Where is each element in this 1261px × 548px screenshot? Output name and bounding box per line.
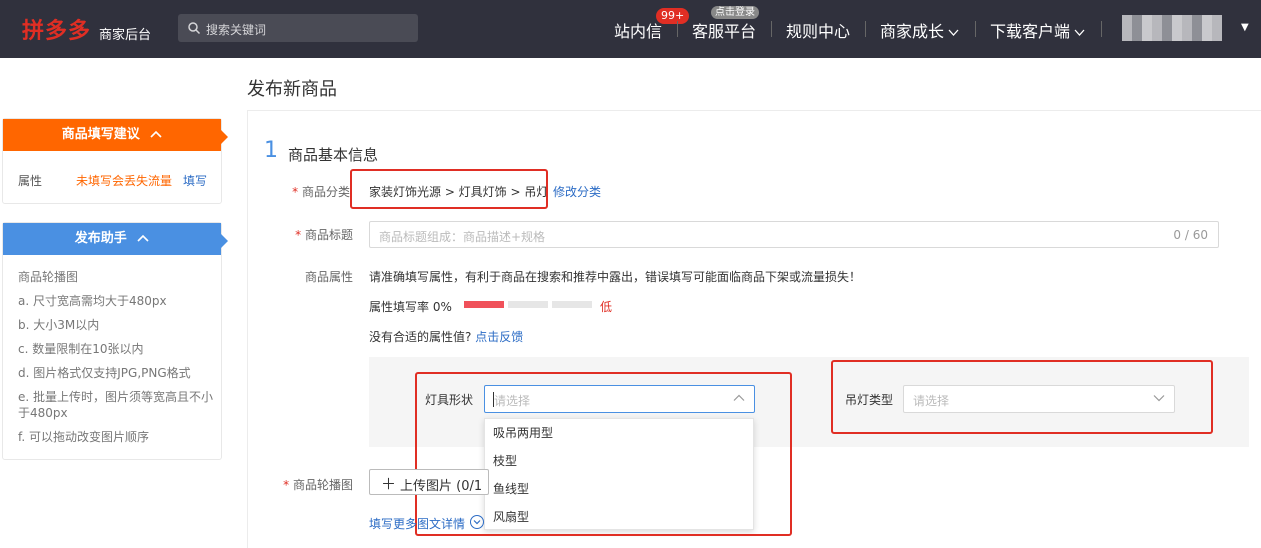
- customer-service-badge[interactable]: 点击登录: [711, 6, 759, 19]
- required-mark: *: [292, 185, 302, 199]
- fill-rate-bar-segment: [552, 301, 592, 308]
- upload-image-button[interactable]: ＋ 上传图片 (0/1: [369, 469, 489, 495]
- helper-item: d. 图片格式仅支持JPG,PNG格式: [18, 366, 191, 380]
- title-label-text: 商品标题: [304, 228, 353, 242]
- suggestion-panel-header[interactable]: 商品填写建议: [3, 119, 221, 151]
- search-placeholder: 搜索关键词: [206, 23, 267, 37]
- account-avatar[interactable]: [1122, 15, 1222, 41]
- nav-divider: [771, 21, 772, 37]
- helper-item: c. 数量限制在10张以内: [18, 342, 144, 356]
- product-title-input[interactable]: 商品标题组成：商品描述+规格 0 / 60: [369, 221, 1219, 248]
- nav-customer-service[interactable]: 客服平台: [692, 18, 756, 42]
- top-header: 拼多多 商家后台 搜索关键词 站内信 99+ 客服平台 点击登录 规则中心 商家…: [0, 0, 1261, 58]
- highlight-box: [831, 360, 1213, 434]
- chevron-up-icon: [150, 130, 162, 138]
- suggestion-value: 未填写会丢失流量: [76, 174, 173, 188]
- upload-button-label: 上传图片 (0/1: [400, 479, 483, 494]
- fill-rate-level: 低: [600, 300, 613, 314]
- highlight-box: [415, 372, 792, 536]
- edit-category-link[interactable]: 修改分类: [553, 183, 601, 200]
- helper-list: 商品轮播图 a. 尺寸宽高需均大于480px b. 大小3M以内 c. 数量限制…: [18, 269, 218, 453]
- suggestion-panel: 商品填写建议 属性 未填写会丢失流量 填写: [2, 118, 228, 204]
- category-label: * 商品分类: [286, 183, 350, 200]
- account-caret-icon[interactable]: ▼: [1241, 22, 1249, 33]
- carousel-label-text: 商品轮播图: [292, 478, 353, 492]
- feedback-link[interactable]: 点击反馈: [475, 330, 523, 344]
- nav-divider: [975, 21, 976, 37]
- plus-icon: ＋: [381, 475, 397, 493]
- page-title: 发布新商品: [247, 79, 337, 100]
- chevron-down-circle-icon[interactable]: [470, 515, 484, 529]
- search-icon: [188, 22, 201, 35]
- nav-messages[interactable]: 站内信: [614, 18, 662, 42]
- helper-item: b. 大小3M以内: [18, 318, 100, 332]
- helper-item: e. 批量上传时，图片须等宽高且不小于480px: [18, 390, 214, 420]
- logo-subtitle: 商家后台: [99, 28, 152, 43]
- required-mark: *: [283, 478, 293, 492]
- nav-growth-label: 商家成长: [880, 22, 945, 41]
- suggestion-title: 商品填写建议: [61, 127, 140, 142]
- chevron-down-icon: [948, 29, 959, 36]
- nav-divider: [1101, 21, 1102, 37]
- title-char-counter: 0 / 60: [1173, 228, 1208, 242]
- nav-download-label: 下载客户端: [990, 22, 1071, 41]
- section-title: 商品基本信息: [288, 146, 379, 164]
- helper-panel-header[interactable]: 发布助手: [3, 223, 221, 255]
- content-divider: [247, 110, 248, 548]
- title-placeholder: 商品标题组成：商品描述+规格: [379, 230, 546, 244]
- nav-growth[interactable]: 商家成长: [880, 18, 959, 42]
- suggestion-key: 属性: [18, 174, 43, 188]
- carousel-label: * 商品轮播图: [282, 476, 353, 493]
- helper-item: f. 可以拖动改变图片顺序: [18, 430, 149, 444]
- no-fit-row: 没有合适的属性值? 点击反馈: [369, 328, 523, 345]
- required-mark: *: [295, 228, 305, 242]
- helper-item: 商品轮播图: [18, 270, 79, 284]
- attributes-tip: 请准确填写属性，有利于商品在搜索和推荐中露出，错误填写可能面临商品下架或流量损失…: [369, 270, 862, 284]
- messages-badge: 99+: [656, 8, 690, 24]
- helper-item: a. 尺寸宽高需均大于480px: [18, 294, 167, 308]
- attributes-label: 商品属性: [304, 270, 353, 284]
- more-details-link[interactable]: 填写更多图文详情: [369, 515, 465, 532]
- title-divider: [247, 110, 1261, 111]
- panel-pointer: [221, 130, 228, 144]
- fill-rate-label: 属性填写率 0%: [369, 300, 452, 314]
- nav-divider: [677, 21, 678, 37]
- fill-rate-bar-segment: [464, 301, 504, 308]
- publish-helper-panel: 发布助手 商品轮播图 a. 尺寸宽高需均大于480px b. 大小3M以内 c.…: [2, 222, 228, 460]
- category-label-text: 商品分类: [301, 185, 350, 199]
- logo[interactable]: 拼多多: [22, 13, 91, 45]
- search-input[interactable]: 搜索关键词: [178, 14, 418, 42]
- section-number: 1: [264, 138, 278, 163]
- title-label: * 商品标题: [289, 226, 353, 243]
- nav-divider: [865, 21, 866, 37]
- panel-pointer: [221, 234, 228, 248]
- chevron-down-icon: [1074, 29, 1085, 36]
- chevron-up-icon: [137, 234, 149, 242]
- fill-rate-bar-segment: [508, 301, 548, 308]
- highlight-box: [350, 169, 548, 209]
- nav-download[interactable]: 下载客户端: [990, 18, 1085, 42]
- nav-rules[interactable]: 规则中心: [786, 18, 850, 42]
- suggestion-fill-link[interactable]: 填写: [183, 172, 207, 189]
- helper-title: 发布助手: [74, 231, 127, 246]
- no-fit-text: 没有合适的属性值?: [369, 330, 472, 344]
